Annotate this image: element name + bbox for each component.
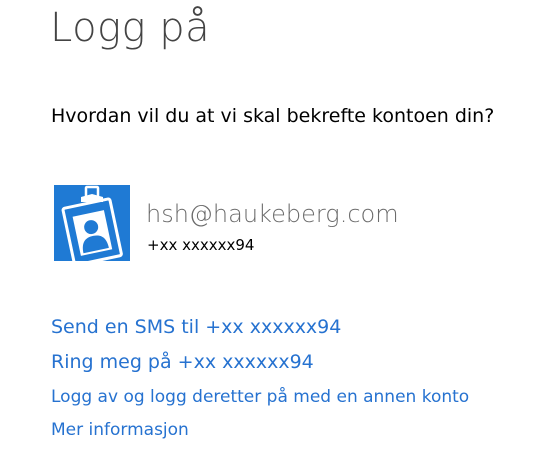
id-badge-icon: [54, 185, 130, 261]
option-item: Send en SMS til +xx xxxxxx94: [51, 310, 469, 345]
option-item: Ring meg på +xx xxxxxx94: [51, 345, 469, 380]
verification-options: Send en SMS til +xx xxxxxx94 Ring meg på…: [51, 310, 469, 446]
option-item: Mer informasjon: [51, 413, 469, 446]
more-info-link[interactable]: Mer informasjon: [51, 413, 469, 446]
page-title: Logg på: [50, 5, 211, 51]
call-me-link[interactable]: Ring meg på +xx xxxxxx94: [51, 345, 469, 380]
sign-out-other-account-link[interactable]: Logg av og logg deretter på med en annen…: [51, 380, 469, 413]
account-email: hsh@haukeberg.com: [146, 200, 399, 228]
verification-question: Hvordan vil du at vi skal bekrefte konto…: [51, 105, 495, 127]
send-sms-link[interactable]: Send en SMS til +xx xxxxxx94: [51, 310, 469, 345]
account-tile: hsh@haukeberg.com +xx xxxxxx94: [54, 185, 524, 261]
sign-in-page: Logg på Hvordan vil du at vi skal bekref…: [0, 0, 537, 456]
option-item: Logg av og logg deretter på med en annen…: [51, 380, 469, 413]
account-phone: +xx xxxxxx94: [147, 236, 255, 254]
